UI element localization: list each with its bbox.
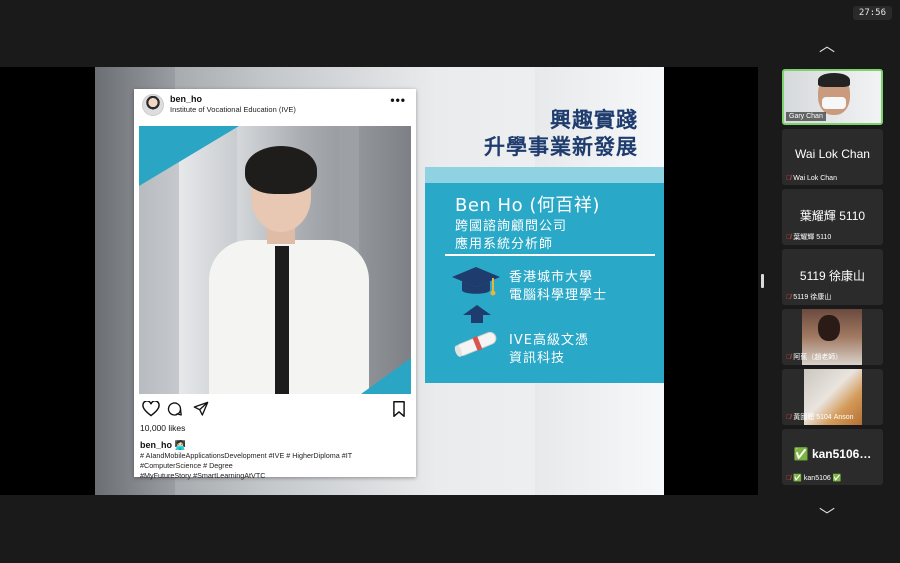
profile-company: 跨國諮詢顧問公司 [455,219,568,234]
participant-label: 🎙̸ 阿蕉（趙老師） [786,352,842,362]
more-options-icon: ••• [390,93,406,107]
like-count: 10,000 likes [140,423,186,433]
slide-headline: 興趣實踐 升學事業新發展 [484,107,638,161]
caption-line: #ComputerScience # Degree [140,461,233,470]
person-shirt [209,240,369,394]
instagram-username: ben_ho [170,94,203,104]
heart-icon [142,401,160,417]
chevron-down-icon[interactable]: ﹀ [819,502,835,526]
muted-mic-icon: 🎙̸ [786,414,792,421]
participant-tile[interactable]: 葉耀輝 5110 🎙̸ 葉耀輝 5110 [782,189,883,245]
caption-line: # AIandMobileApplicationsDevelopment #IV… [140,451,353,460]
diploma-scroll-icon [454,331,497,357]
avatar [142,94,164,116]
caption-username: ben_ho 🧑🏻‍💻 [140,440,186,450]
participant-display-name: ✅ kan5106… [793,447,872,461]
headline-line: 升學事業新發展 [484,135,638,159]
muted-mic-icon: 🎙̸ [786,354,792,361]
graduation-cap-icon [452,267,500,296]
person-hair [245,146,317,194]
muted-mic-icon: 🎙̸ [786,475,792,482]
up-arrow-icon [463,305,491,323]
panel-resize-handle[interactable] [761,274,764,288]
participant-display-name: 葉耀輝 5110 [799,209,866,223]
band-highlight [425,167,664,183]
participant-label: 🎙̸ 5119 徐康山 [786,292,831,302]
profile-name: Ben Ho (何百祥) [455,195,600,216]
participant-tile[interactable]: Wai Lok Chan 🎙̸ Wai Lok Chan [782,129,883,185]
video-mask [822,97,846,109]
instagram-location: Institute of Vocational Education (IVE) [170,105,296,114]
diploma-name: IVE高級文憑 [509,333,589,348]
comment-icon [167,402,182,416]
participant-name: Gary Chan [786,112,826,121]
participant-tile[interactable]: ✅ kan5106… 🎙̸ ✅ kan5106 ✅ [782,429,883,485]
participant-name: 葉耀輝 5110 [793,234,832,241]
participant-tile[interactable]: 5119 徐康山 🎙̸ 5119 徐康山 [782,249,883,305]
diploma-major: 資訊科技 [509,351,566,366]
participant-name: 阿蕉（趙老師） [793,354,843,361]
muted-mic-icon: 🎙̸ [786,234,792,241]
photo-accent-bottom-right [361,358,411,394]
share-icon [193,401,209,416]
video-hair [818,73,850,87]
headline-line: 興趣實踐 [550,108,638,132]
instagram-post-card: ben_ho Institute of Vocational Education… [134,89,416,480]
university-name: 香港城市大學 [509,270,594,285]
participant-tile[interactable]: 🎙̸ 黃國聰 5104 Anson [782,369,883,425]
participant-name: ✅ kan5106 ✅ [793,475,842,482]
instagram-photo [139,126,411,394]
degree-name: 電腦科學理學士 [509,288,608,303]
meeting-timer: 27:56 [852,6,892,20]
profile-band: Ben Ho (何百祥) 跨國諮詢顧問公司 應用系統分析師 香港城市大學 電腦科… [425,167,664,383]
participant-label: 🎙̸ 葉耀輝 5110 [786,232,831,242]
participant-label: 🎙̸ ✅ kan5106 ✅ [786,474,841,482]
person-undershirt [275,246,289,394]
caption-line: #MyFutureStory #SmartLearningAtVTC [140,471,266,480]
chevron-up-icon[interactable]: ︿ [819,32,835,56]
participant-name: 5119 徐康山 [793,294,832,301]
profile-job-title: 應用系統分析師 [455,237,554,252]
instagram-post-header: ben_ho Institute of Vocational Education… [134,89,416,125]
instagram-actions [142,401,410,419]
participant-label: 🎙̸ Wai Lok Chan [786,175,837,182]
bookmark-icon [393,401,405,417]
participant-name: Wai Lok Chan [793,175,837,182]
video-person [818,315,840,341]
muted-mic-icon: 🎙̸ [786,175,792,182]
participant-tile[interactable]: 🎙̸ 阿蕉（趙老師） [782,309,883,365]
participant-name: 黃國聰 5104 Anson [793,414,854,421]
muted-mic-icon: 🎙̸ [786,294,792,301]
participant-display-name: 5119 徐康山 [799,269,866,283]
participant-tile-gary-chan[interactable]: Gary Chan [782,69,883,125]
photo-accent-top-left [139,126,239,186]
screen-share-area: ben_ho Institute of Vocational Education… [0,67,758,495]
profile-divider [445,254,655,256]
participant-label: 🎙̸ 黃國聰 5104 Anson [786,412,854,422]
presentation-slide: ben_ho Institute of Vocational Education… [95,67,664,495]
caption-hashtags: # AIandMobileApplicationsDevelopment #IV… [140,451,410,481]
participant-display-name: Wai Lok Chan [795,147,870,161]
